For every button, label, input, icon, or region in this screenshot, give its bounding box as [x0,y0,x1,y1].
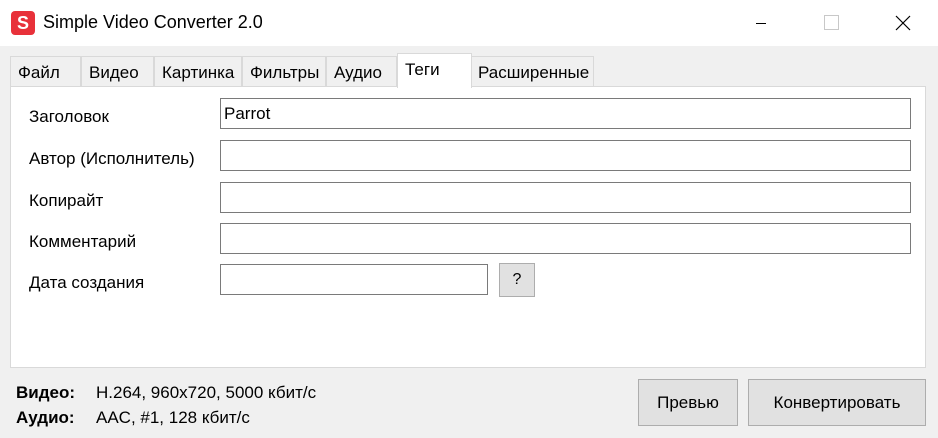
tab-tags[interactable]: Теги [397,53,472,88]
tab-video[interactable]: Видео [81,56,154,86]
author-label: Автор (Исполнитель) [29,149,195,168]
creation-date-field[interactable] [220,264,488,295]
tab-picture[interactable]: Картинка [154,56,242,86]
date-help-button[interactable]: ? [499,263,535,297]
copyright-field[interactable] [220,182,911,213]
close-button[interactable] [880,0,926,46]
creation-date-label: Дата создания [29,273,145,292]
copyright-label: Копирайт [29,191,104,210]
window-title: Simple Video Converter 2.0 [43,12,263,32]
tab-file[interactable]: Файл [10,56,81,86]
preview-button[interactable]: Превью [638,379,738,426]
tab-audio[interactable]: Аудио [326,56,397,86]
audio-info-value: AAC, #1, 128 кбит/с [96,408,250,427]
comment-field[interactable] [220,223,911,254]
video-info-label: Видео: [16,383,76,402]
maximize-icon [824,15,839,30]
comment-label: Комментарий [29,232,137,251]
title-label: Заголовок [29,107,109,126]
tab-filters[interactable]: Фильтры [242,56,326,86]
audio-info-label: Аудио: [16,408,75,427]
app-logo-icon: S [11,11,35,35]
close-icon [895,15,911,31]
title-bar: S Simple Video Converter 2.0 [0,0,938,46]
video-info-value: H.264, 960x720, 5000 кбит/с [96,383,317,402]
tags-panel: Заголовок Автор (Исполнитель) Копирайт К… [10,86,926,368]
convert-button[interactable]: Конвертировать [748,379,926,426]
minimize-button[interactable] [742,0,788,46]
title-field[interactable] [220,98,911,129]
author-field[interactable] [220,140,911,171]
minimize-icon [756,23,766,24]
tab-advanced[interactable]: Расширенные [470,56,594,86]
maximize-button[interactable] [808,0,854,46]
